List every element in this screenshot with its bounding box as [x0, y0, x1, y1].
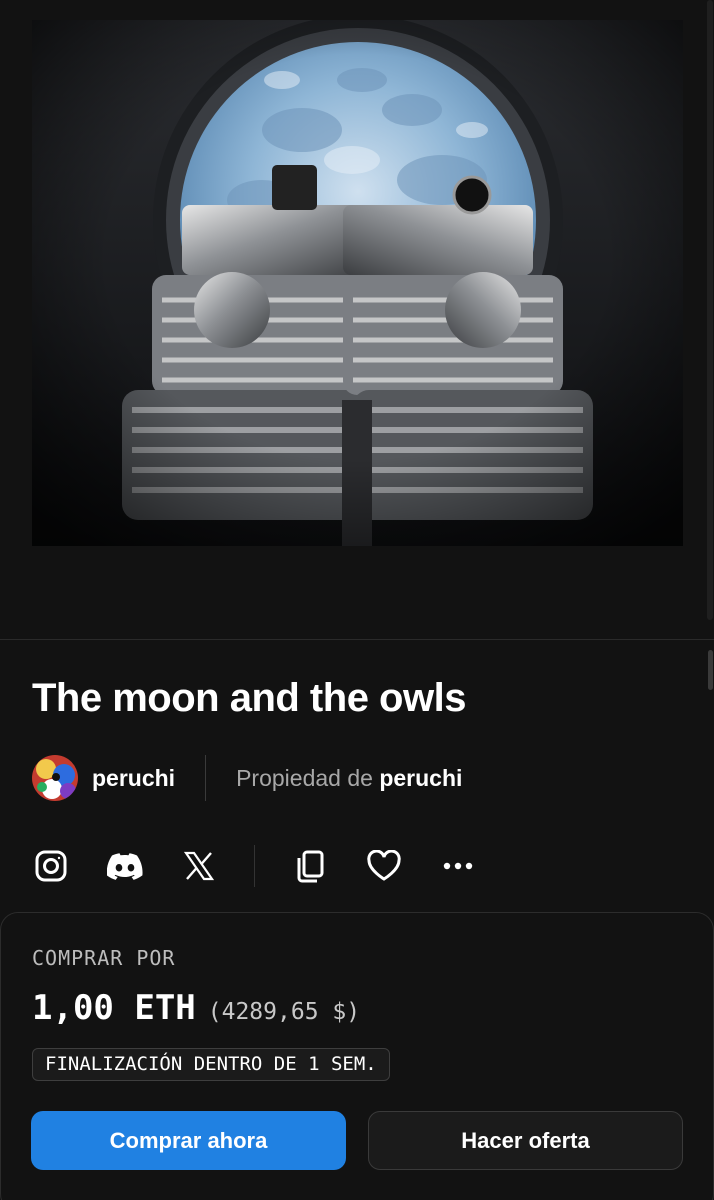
creator-avatar[interactable]: [32, 755, 78, 801]
owner-text: Propiedad de peruchi: [236, 765, 462, 792]
owner-link[interactable]: peruchi: [379, 765, 462, 791]
x-icon[interactable]: [180, 845, 218, 887]
icon-divider: [254, 845, 255, 887]
page-scrollbar-thumb[interactable]: [708, 650, 713, 690]
creator-row: peruchi Propiedad de peruchi: [32, 754, 462, 802]
heart-icon[interactable]: [365, 845, 403, 887]
more-icon[interactable]: [439, 845, 477, 887]
creator-link[interactable]: peruchi: [92, 765, 175, 792]
sale-end-badge: FINALIZACIÓN DENTRO DE 1 SEM.: [32, 1048, 390, 1081]
owner-prefix: Propiedad de: [236, 764, 373, 791]
price-usd: (4289,65 $): [207, 999, 361, 1025]
action-icon-row: [32, 842, 477, 890]
nft-artwork-image[interactable]: [32, 20, 683, 546]
instagram-icon[interactable]: [32, 845, 70, 887]
discord-icon[interactable]: [106, 845, 144, 887]
buy-now-button[interactable]: Comprar ahora: [31, 1111, 346, 1170]
artwork-scrollbar[interactable]: [706, 0, 714, 639]
artwork-panel: [0, 0, 714, 640]
nft-title: The moon and the owls: [32, 676, 466, 720]
price-eth: 1,00 ETH: [32, 988, 196, 1028]
page-scrollbar[interactable]: [706, 650, 714, 910]
price-row: 1,00 ETH (4289,65 $): [32, 988, 360, 1028]
make-offer-button[interactable]: Hacer oferta: [368, 1111, 683, 1170]
buy-label: COMPRAR POR: [32, 946, 176, 970]
scrollbar-thumb[interactable]: [707, 0, 713, 620]
copy-icon[interactable]: [291, 845, 329, 887]
divider: [205, 755, 207, 801]
